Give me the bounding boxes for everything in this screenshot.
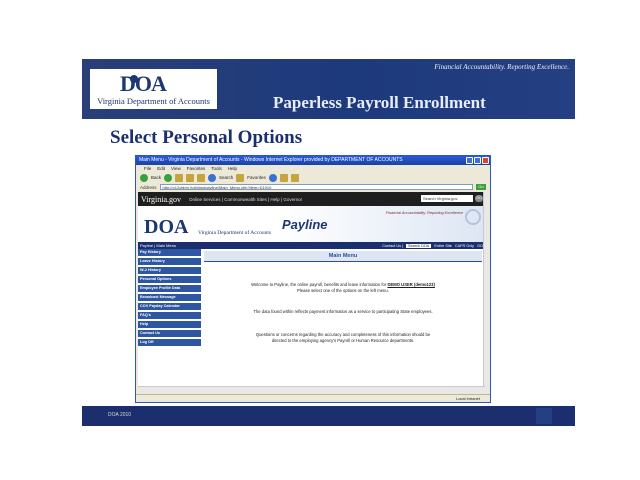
- browser-menubar: File Edit View Favorites Tools Help: [136, 165, 490, 172]
- site-nav-bar: Payline | Main Menu Contact Us | Search …: [138, 242, 485, 249]
- back-icon[interactable]: [140, 173, 148, 182]
- content-divider: [204, 261, 482, 262]
- address-bar: Address http://o12cbbm.hothimplpayline/M…: [136, 183, 490, 191]
- banner-department-name: Virginia Department of Accounts: [198, 230, 272, 236]
- banner-tagline: Financial Accountability. Reporting Exce…: [385, 211, 463, 215]
- forward-icon[interactable]: [164, 173, 173, 182]
- demo-user-link[interactable]: DEMO USER (demo123): [387, 282, 434, 287]
- nav-search-area: Contact Us | Search DOA Entire Site CAFR…: [382, 242, 483, 249]
- maximize-icon[interactable]: [474, 157, 481, 164]
- slide-footer: DOA 2010: [82, 406, 575, 426]
- nav-log-off[interactable]: Log Off: [138, 339, 201, 346]
- nav-payday-calendar[interactable]: COV Payday Calendar: [138, 303, 201, 310]
- main-menu-heading: Main Menu: [204, 251, 482, 261]
- nav-employee-profile[interactable]: Employee Profile Data: [138, 285, 201, 292]
- menu-edit[interactable]: Edit: [157, 166, 165, 171]
- print-icon[interactable]: [290, 173, 299, 182]
- nav-contact-link[interactable]: Contact Us |: [382, 244, 403, 248]
- menu-tools[interactable]: Tools: [211, 166, 222, 171]
- nav-breadcrumb[interactable]: Payline | Main Menu: [140, 243, 176, 248]
- virginia-gov-bar: Virginia.gov Online Services | Commonwea…: [138, 192, 485, 206]
- welcome-line: Welcome to Payline, the online payroll, …: [251, 282, 387, 287]
- questions-line-1: Questions or concerns regarding the accu…: [255, 332, 431, 337]
- payline-banner: Financial Accountability. Reporting Exce…: [138, 206, 485, 242]
- nav-search-input[interactable]: Search DOA: [406, 243, 432, 248]
- status-zone-text: Local intranet: [455, 396, 480, 401]
- refresh-icon[interactable]: [186, 173, 195, 182]
- nav-help[interactable]: Help: [138, 321, 201, 328]
- slide-header: Financial Accountability. Reporting Exce…: [82, 59, 575, 119]
- footer-text: DOA 2010: [108, 412, 132, 418]
- welcome-text: Welcome to Payline, the online payroll, …: [204, 282, 482, 294]
- close-icon[interactable]: [482, 157, 489, 164]
- footer-logo-box: [536, 408, 552, 424]
- history-icon[interactable]: [268, 173, 277, 182]
- virginia-gov-logo[interactable]: Virginia.gov: [141, 195, 181, 204]
- questions-text: Questions or concerns regarding the accu…: [204, 332, 482, 344]
- select-option-line: Please select one of the options on the …: [297, 288, 389, 293]
- browser-screenshot: Main Menu - Virginia Department of Accou…: [135, 155, 491, 403]
- virginia-gov-search-input[interactable]: Search Virginia.gov: [421, 195, 473, 202]
- section-heading: Select Personal Options: [110, 127, 303, 148]
- slide: Financial Accountability. Reporting Exce…: [82, 59, 575, 426]
- nav-broadcast-message[interactable]: Broadcast Message: [138, 294, 201, 301]
- minimize-icon[interactable]: [466, 157, 473, 164]
- logo-doa-text: DOA: [120, 71, 167, 96]
- nav-entire-site-radio[interactable]: Entire Site: [434, 244, 452, 248]
- nav-personal-options[interactable]: Personal Options: [138, 276, 201, 283]
- browser-status-bar: Local intranet: [136, 394, 490, 402]
- left-navigation: Pay History Leave History W-2 History Pe…: [138, 249, 201, 392]
- data-notice-text: The data found within reflects payment i…: [253, 309, 433, 314]
- horizontal-scrollbar[interactable]: [138, 386, 485, 392]
- nav-leave-history[interactable]: Leave History: [138, 258, 201, 265]
- favorites-icon[interactable]: [236, 173, 245, 182]
- mail-icon[interactable]: [279, 173, 288, 182]
- vertical-scrollbar[interactable]: [483, 192, 488, 392]
- browser-window-title: Main Menu - Virginia Department of Accou…: [136, 156, 490, 165]
- menu-favorites[interactable]: Favorites: [187, 166, 206, 171]
- window-controls: [466, 157, 489, 164]
- virginia-gov-go-button[interactable]: GO: [475, 195, 483, 202]
- favorites-label[interactable]: Favorites: [247, 175, 266, 180]
- banner-payline-title: Payline: [282, 217, 328, 232]
- doa-logo: DOA Virginia Department of Accounts: [90, 69, 217, 109]
- search-icon[interactable]: [208, 173, 217, 182]
- swirl-logo-icon: [465, 209, 481, 225]
- nav-cafr-radio[interactable]: CAFR Only: [455, 244, 474, 248]
- menu-file[interactable]: File: [144, 166, 151, 171]
- virginia-gov-links[interactable]: Online Services | Commonwealth Sites | H…: [189, 197, 302, 202]
- logo-department-name: Virginia Department of Accounts: [97, 96, 210, 106]
- search-label[interactable]: Search: [219, 175, 233, 180]
- back-label[interactable]: Back: [151, 175, 161, 180]
- address-go-button[interactable]: Go: [476, 184, 486, 190]
- slide-title: Paperless Payroll Enrollment: [273, 93, 486, 112]
- address-input[interactable]: http://o12cbbm.hothimplpayline/Main_Menu…: [159, 184, 473, 190]
- main-content: Main Menu Welcome to Payline, the online…: [204, 249, 482, 392]
- nav-faqs[interactable]: FAQ's: [138, 312, 201, 319]
- stop-icon[interactable]: [175, 173, 184, 182]
- address-label: Address: [140, 184, 157, 190]
- nav-w2-history[interactable]: W-2 History: [138, 267, 201, 274]
- nav-pay-history[interactable]: Pay History: [138, 249, 201, 256]
- nav-contact-us[interactable]: Contact Us: [138, 330, 201, 337]
- menu-view[interactable]: View: [171, 166, 181, 171]
- banner-doa-logo: DOA: [144, 216, 189, 238]
- home-icon[interactable]: [197, 173, 206, 182]
- browser-toolbar: Back Search Favorites: [136, 172, 490, 183]
- menu-help[interactable]: Help: [228, 166, 237, 171]
- slide-tagline: Financial Accountability. Reporting Exce…: [434, 63, 569, 71]
- web-page: Virginia.gov Online Services | Commonwea…: [138, 192, 485, 392]
- questions-line-2: directed to the employing agency's Payro…: [271, 338, 415, 343]
